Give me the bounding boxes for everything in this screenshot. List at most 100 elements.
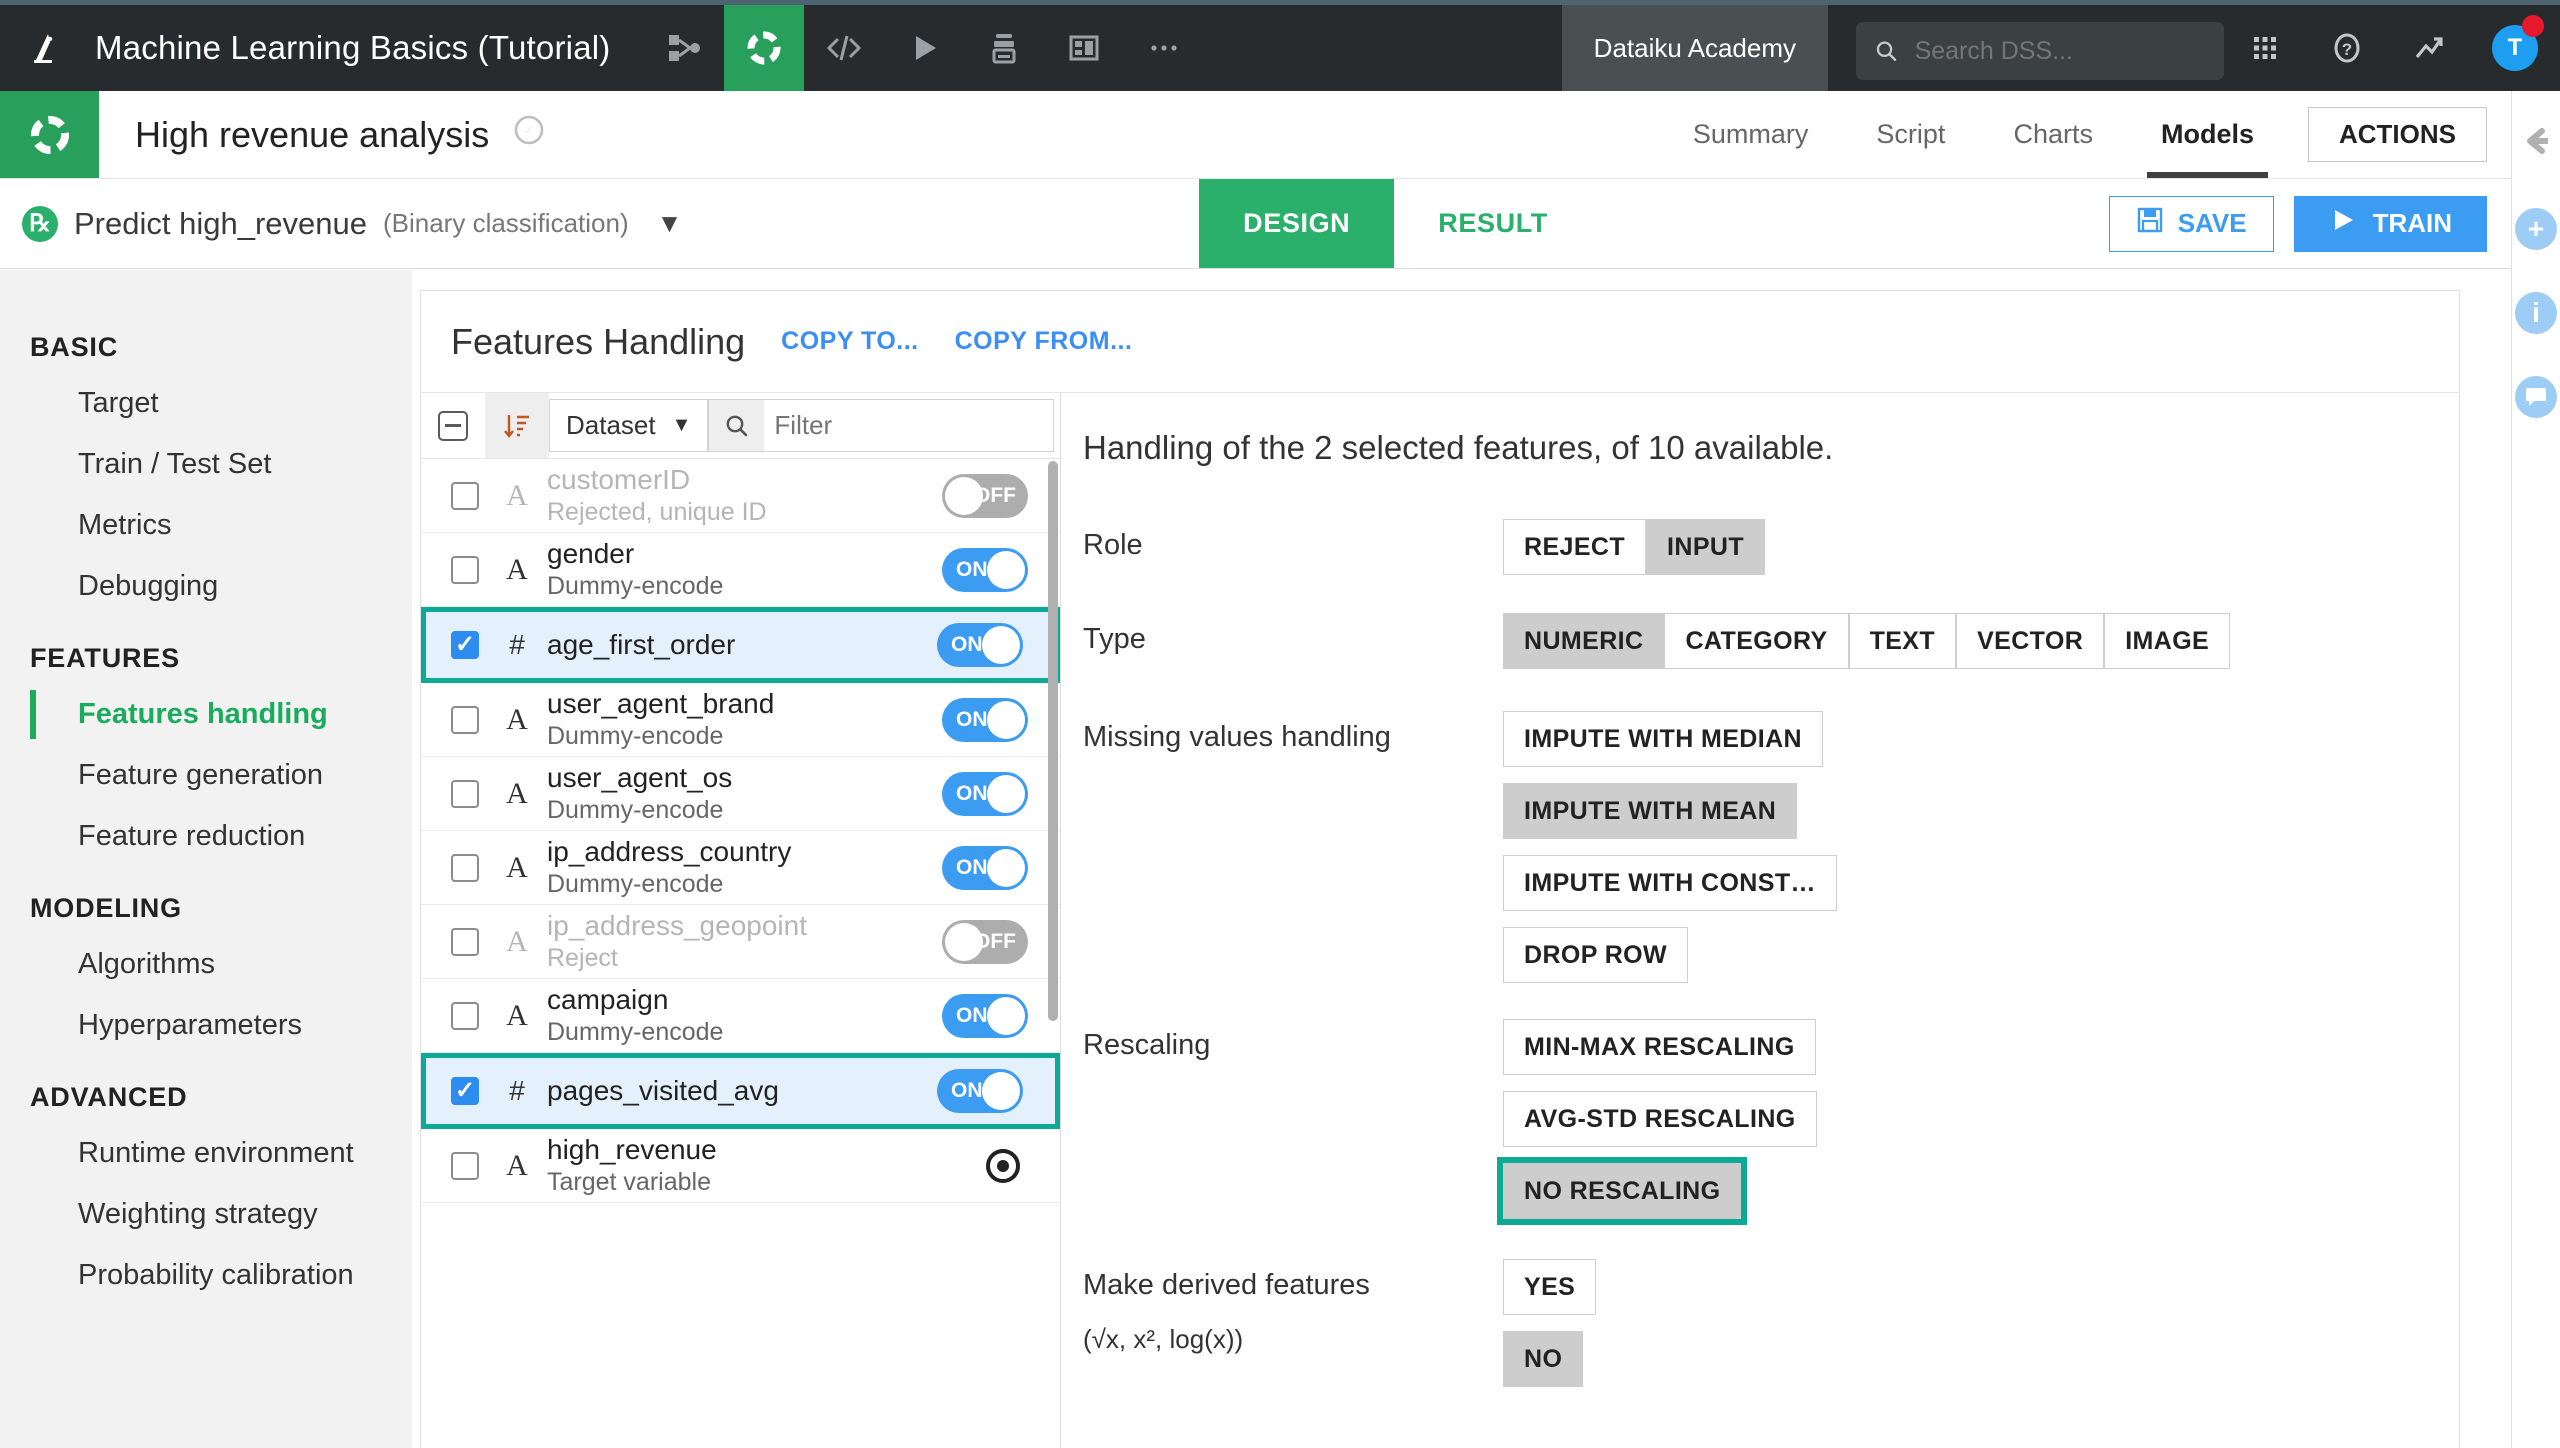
flow-icon[interactable] [644,5,724,91]
feature-row-ip-address-geopoint[interactable]: A ip_address_geopoint Reject OFF [421,905,1060,979]
tab-design[interactable]: DESIGN [1199,179,1395,268]
run-icon[interactable] [884,5,964,91]
missing-option-impute-constant[interactable]: IMPUTE WITH CONST… [1503,855,1837,911]
save-button[interactable]: SAVE [2108,195,2274,252]
help-icon[interactable]: ? [2306,3,2388,94]
feature-toggle[interactable]: ON [942,697,1028,742]
sidebar-item-debugging[interactable]: Debugging [0,556,412,617]
feature-toggle[interactable]: ON [937,1069,1023,1113]
actions-button[interactable]: ACTIONS [2308,107,2487,162]
rescaling-option-avg-std[interactable]: AVG-STD RESCALING [1503,1091,1817,1147]
project-title[interactable]: Machine Learning Basics (Tutorial) [95,0,610,91]
topbar-right-icons: ? T [2224,0,2560,91]
collapse-all-icon[interactable] [421,393,485,458]
sidebar-item-train-test-set[interactable]: Train / Test Set [0,434,412,495]
group-by-select[interactable]: Dataset ▼ [549,399,709,452]
missing-option-impute-median[interactable]: IMPUTE WITH MEDIAN [1503,711,1824,767]
tab-summary[interactable]: Summary [1659,91,1843,178]
rescaling-option-no-rescaling[interactable]: NO RESCALING [1496,1157,1748,1225]
feature-toggle[interactable]: ON [937,623,1023,667]
more-icon[interactable] [1124,5,1204,91]
jobs-icon[interactable] [964,5,1044,91]
feature-checkbox[interactable] [451,1151,479,1180]
dataiku-logo[interactable] [0,0,95,91]
derived-option-yes[interactable]: YES [1503,1259,1597,1315]
sidebar-item-feature-reduction[interactable]: Feature reduction [0,806,412,867]
info-icon[interactable]: i [2515,292,2557,334]
feature-checkbox[interactable] [451,705,479,734]
tab-result[interactable]: RESULT [1394,179,1592,268]
sort-icon[interactable] [485,393,549,458]
apps-grid-icon[interactable] [2224,3,2306,94]
type-option-image[interactable]: IMAGE [2104,613,2231,669]
dashboard-icon[interactable] [1044,5,1124,91]
comment-icon[interactable] [2515,376,2557,418]
feature-text: gender Dummy-encode [547,538,942,600]
role-option-input[interactable]: INPUT [1646,519,1766,575]
chevron-down-icon[interactable]: ▼ [657,208,683,239]
feature-checkbox[interactable] [451,631,479,659]
back-arrow-icon[interactable] [2516,121,2556,166]
feature-checkbox[interactable] [451,481,479,510]
feature-checkbox[interactable] [451,1077,479,1105]
filter-input[interactable] [774,410,1053,441]
feature-toggle[interactable]: ON [942,547,1028,592]
feature-toggle[interactable]: OFF [942,473,1028,518]
missing-option-impute-mean[interactable]: IMPUTE WITH MEAN [1503,783,1798,839]
feature-row-user-agent-os[interactable]: A user_agent_os Dummy-encode ON [421,757,1060,831]
tab-script[interactable]: Script [1842,91,1979,178]
code-icon[interactable] [804,5,884,91]
feature-toggle[interactable]: OFF [942,919,1028,964]
type-option-category[interactable]: CATEGORY [1664,613,1849,669]
missing-option-drop-row[interactable]: DROP ROW [1503,927,1689,983]
feature-checkbox[interactable] [451,779,479,808]
activity-icon[interactable] [2388,3,2470,94]
feature-row-ip-address-country[interactable]: A ip_address_country Dummy-encode ON [421,831,1060,905]
search-input[interactable] [1914,36,2206,66]
train-button[interactable]: TRAIN [2293,195,2487,252]
feature-row-high-revenue[interactable]: A high_revenue Target variable [421,1129,1060,1203]
sidebar-item-runtime-environment[interactable]: Runtime environment [0,1123,412,1184]
sidebar-item-probability-calibration[interactable]: Probability calibration [0,1245,412,1306]
role-option-reject[interactable]: REJECT [1503,519,1647,575]
feature-checkbox[interactable] [451,853,479,882]
tab-charts[interactable]: Charts [1979,91,2127,178]
feature-row-campaign[interactable]: A campaign Dummy-encode ON [421,979,1060,1053]
feature-toggle[interactable]: ON [942,993,1028,1038]
lab-icon[interactable] [724,5,805,91]
feature-row-age-first-order[interactable]: # age_first_order ON [421,607,1060,683]
sidebar-item-target[interactable]: Target [0,373,412,434]
copy-to-button[interactable]: COPY TO... [781,327,918,356]
type-option-text[interactable]: TEXT [1848,613,1957,669]
feature-checkbox[interactable] [451,555,479,584]
model-identity[interactable]: ℞ Predict high_revenue (Binary classific… [0,179,682,268]
plus-icon[interactable]: + [2515,208,2557,250]
feature-row-gender[interactable]: A gender Dummy-encode ON [421,533,1060,607]
sidebar-item-hyperparameters[interactable]: Hyperparameters [0,995,412,1056]
copy-from-button[interactable]: COPY FROM... [955,327,1133,356]
feature-row-pages-visited-avg[interactable]: # pages_visited_avg ON [421,1053,1060,1129]
feature-row-user-agent-brand[interactable]: A user_agent_brand Dummy-encode ON [421,683,1060,757]
sidebar-item-metrics[interactable]: Metrics [0,495,412,556]
feature-checkbox[interactable] [451,1001,479,1030]
sidebar-item-weighting-strategy[interactable]: Weighting strategy [0,1184,412,1245]
compass-icon[interactable] [511,112,547,157]
type-option-numeric[interactable]: NUMERIC [1503,613,1665,669]
feature-list-scrollbar[interactable] [1048,461,1058,1021]
feature-toggle[interactable]: ON [942,771,1028,816]
feature-toggle[interactable]: ON [942,845,1028,890]
rescaling-option-min-max[interactable]: MIN-MAX RESCALING [1503,1019,1816,1075]
dataiku-academy-button[interactable]: Dataiku Academy [1561,5,1828,91]
tab-models[interactable]: Models [2127,91,2288,178]
feature-checkbox[interactable] [451,927,479,956]
feature-row-customerid[interactable]: A customerID Rejected, unique ID OFF [421,459,1060,533]
sidebar-item-feature-generation[interactable]: Feature generation [0,745,412,806]
derived-option-no[interactable]: NO [1503,1331,1584,1387]
sidebar-item-algorithms[interactable]: Algorithms [0,934,412,995]
global-search[interactable] [1856,22,2224,80]
sidebar-item-features-handling[interactable]: Features handling [0,684,412,745]
user-avatar-wrapper[interactable]: T [2470,3,2560,94]
feature-list[interactable]: A customerID Rejected, unique ID OFF A g… [421,459,1060,1448]
filter-field[interactable] [764,399,1054,452]
type-option-vector[interactable]: VECTOR [1956,613,2105,669]
